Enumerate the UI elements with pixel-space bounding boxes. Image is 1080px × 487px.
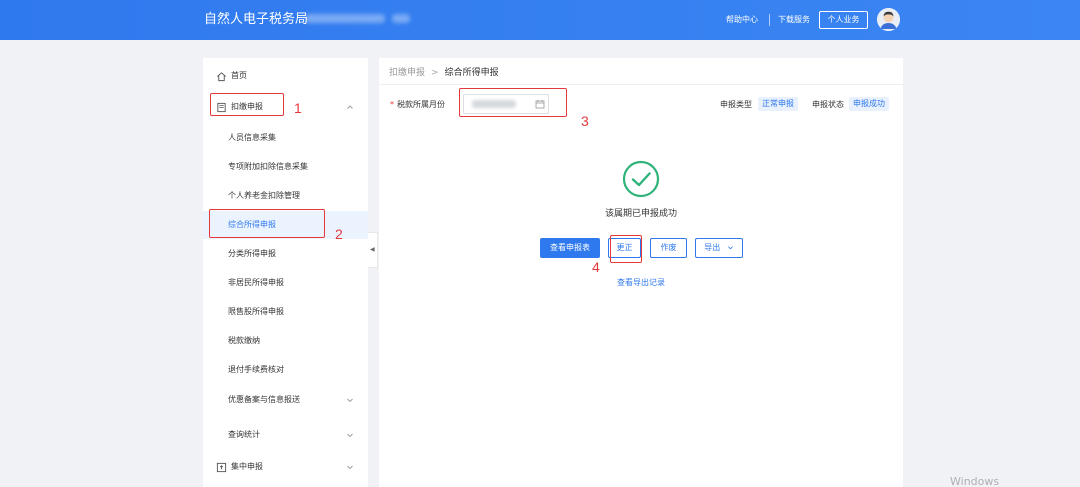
sidebar-subitem-8[interactable]: 退付手续费核对 (203, 356, 368, 384)
annotation-box-4 (610, 235, 642, 263)
export-records-link-text: 查看导出记录 (617, 278, 665, 287)
main-panel: 扣缴申报 > 综合所得申报 * 税款所属月份 申报类型 正常申报 申报状态 申报成功 … (379, 58, 903, 487)
top-navigation-bar: 自然人电子税务局 帮助中心 下载服务 个人业务 (0, 0, 1080, 40)
sidebar-item-label: 集中申报 (231, 462, 263, 471)
breadcrumb-parent[interactable]: 扣缴申报 (389, 68, 425, 78)
chevron-down-icon (727, 246, 733, 250)
success-message: 该属期已申报成功 (604, 209, 677, 219)
sidebar-item-label: 非居民所得申报 (228, 278, 284, 287)
sidebar-item-label: 专项附加扣除信息采集 (228, 162, 308, 171)
sidebar-item-label: 限售股所得申报 (228, 307, 284, 316)
required-marker: * (390, 100, 394, 109)
header-divider (769, 14, 770, 26)
success-check-icon (622, 160, 660, 198)
void-button[interactable]: 作废 (650, 238, 687, 258)
breadcrumb-current: 综合所得申报 (444, 68, 499, 78)
site-title: 自然人电子税务局 (204, 12, 309, 27)
sidebar-subitem-9[interactable]: 优惠备案与信息报送 (203, 386, 368, 414)
sidebar-item-centralized[interactable]: 集中申报 (203, 453, 368, 481)
tax-period-label-text: 税款所属月份 (397, 100, 445, 109)
sidebar-subitem-0[interactable]: 人员信息采集 (203, 124, 368, 152)
annotation-number-3: 3 (581, 113, 589, 129)
declare-status-badge: 申报成功 (849, 97, 889, 111)
sidebar-item-label: 人员信息采集 (228, 133, 276, 142)
sidebar-item-home[interactable]: 首页 (203, 62, 368, 90)
chevron-down-icon (347, 433, 353, 438)
chevron-down-icon (347, 398, 353, 403)
annotation-number-1: 1 (294, 100, 302, 116)
annotation-box-1 (210, 93, 284, 116)
sidebar-subitem-10[interactable]: 查询统计 (203, 421, 368, 449)
sidebar-item-label: 查询统计 (228, 430, 260, 439)
help-center-link[interactable]: 帮助中心 (726, 13, 758, 27)
chevron-up-icon (347, 105, 353, 109)
sidebar-subitem-5[interactable]: 非居民所得申报 (203, 269, 368, 297)
sidebar-subitem-2[interactable]: 个人养老金扣除管理 (203, 182, 368, 210)
export-records-link[interactable]: 查看导出记录 (379, 277, 903, 289)
sidebar-item-label: 个人养老金扣除管理 (228, 191, 300, 200)
sidebar-subitem-1[interactable]: 专项附加扣除信息采集 (203, 153, 368, 181)
annotation-number-4: 4 (592, 259, 600, 275)
breadcrumb: 扣缴申报 > 综合所得申报 (389, 67, 499, 79)
blurred-url (305, 14, 385, 23)
chevron-down-icon (347, 465, 353, 470)
sidebar-subitem-6[interactable]: 限售股所得申报 (203, 298, 368, 326)
annotation-box-3 (459, 88, 567, 117)
sidebar-item-label: 分类所得申报 (228, 249, 276, 258)
sidebar-menu: 首页 扣缴申报 人员信息采集 专项附加扣除信息采集 个人养老金扣除管理 综合所得… (203, 58, 368, 487)
personal-business-button[interactable]: 个人业务 (819, 11, 868, 29)
avatar-icon (877, 8, 900, 31)
upload-box-icon (216, 462, 227, 473)
blurred-url-suffix (392, 14, 410, 23)
declare-type-label: 申报类型 (720, 100, 752, 109)
breadcrumb-divider (379, 84, 903, 85)
sidebar-item-label: 首页 (231, 71, 247, 80)
os-activation-watermark: Windows (950, 475, 1000, 487)
user-avatar[interactable] (877, 8, 900, 31)
void-button-label: 作废 (660, 243, 677, 252)
sidebar-item-label: 税款缴纳 (228, 336, 260, 345)
annotation-box-2 (209, 209, 325, 238)
sidebar-collapse-handle[interactable]: ◀ (368, 232, 378, 268)
collapse-arrow-icon: ◀ (370, 246, 375, 253)
sidebar-subitem-7[interactable]: 税款缴纳 (203, 327, 368, 355)
home-icon (217, 72, 226, 82)
download-service-link[interactable]: 下载服务 (778, 13, 810, 27)
sidebar-item-label: 优惠备案与信息报送 (228, 395, 300, 404)
declare-status-label: 申报状态 (812, 100, 844, 109)
sidebar-item-label: 退付手续费核对 (228, 365, 284, 374)
tax-period-label: * 税款所属月份 (390, 99, 445, 111)
declare-type-badge: 正常申报 (758, 97, 798, 111)
annotation-number-2: 2 (335, 226, 343, 242)
sidebar-subitem-4[interactable]: 分类所得申报 (203, 240, 368, 268)
breadcrumb-separator: > (431, 68, 439, 78)
view-report-button[interactable]: 查看申报表 (540, 238, 600, 258)
export-button-label: 导出 (704, 243, 721, 252)
export-dropdown-button[interactable]: 导出 (695, 238, 743, 258)
